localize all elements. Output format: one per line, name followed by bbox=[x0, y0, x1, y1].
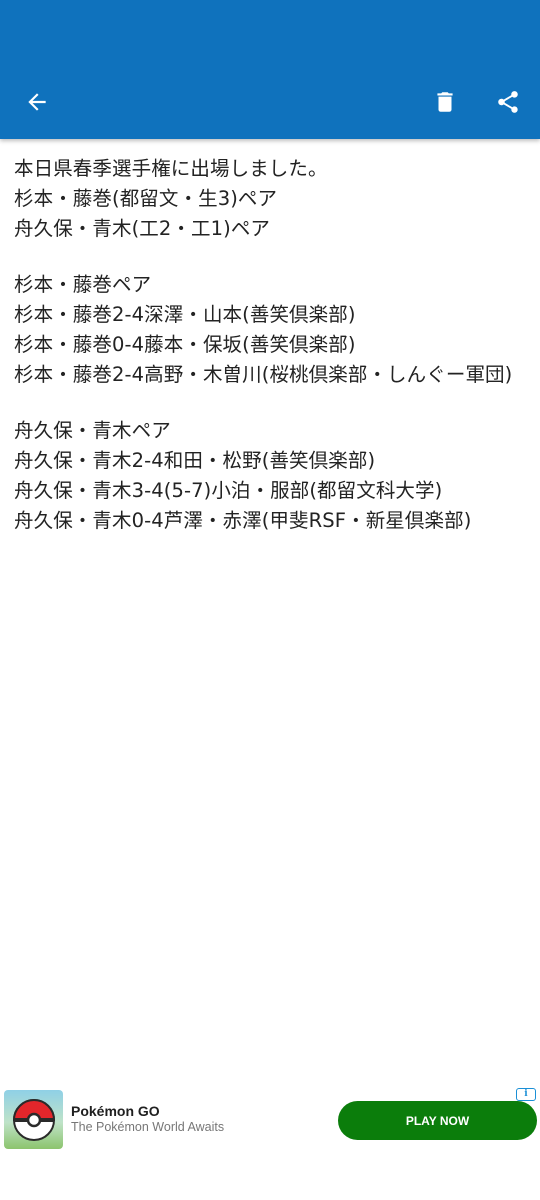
play-now-button[interactable]: PLAY NOW bbox=[338, 1101, 537, 1140]
ad-app-icon[interactable] bbox=[4, 1090, 63, 1149]
share-button[interactable] bbox=[484, 78, 532, 126]
post-line: 本日県春季選手権に出場しました。 bbox=[14, 157, 328, 180]
post-body: 本日県春季選手権に出場しました。 杉本・藤巻(都留文・生3)ペア 舟久保・青木(… bbox=[14, 154, 530, 562]
app-bar bbox=[0, 0, 540, 139]
share-icon bbox=[498, 91, 518, 113]
post-line: 舟久保・青木ペア bbox=[14, 419, 171, 442]
ad-subtitle: The Pokémon World Awaits bbox=[71, 1120, 225, 1134]
post-line: 杉本・藤巻2-4深澤・山本(善笑倶楽部) bbox=[14, 303, 356, 326]
pokeball-icon bbox=[12, 1098, 55, 1141]
post-line: 杉本・藤巻2-4高野・木曽川(桜桃倶楽部・しんぐー軍団) bbox=[14, 363, 513, 386]
post-line: 舟久保・青木3-4(5-7)小泊・服部(都留文科大学) bbox=[14, 479, 443, 502]
trash-icon bbox=[437, 92, 453, 112]
post-paragraph: 本日県春季選手権に出場しました。 杉本・藤巻(都留文・生3)ペア 舟久保・青木(… bbox=[14, 154, 530, 244]
post-paragraph: 杉本・藤巻ペア 杉本・藤巻2-4深澤・山本(善笑倶楽部) 杉本・藤巻0-4藤本・… bbox=[14, 270, 530, 390]
post-paragraph: 舟久保・青木ペア 舟久保・青木2-4和田・松野(善笑倶楽部) 舟久保・青木3-4… bbox=[14, 416, 530, 536]
ad-title[interactable]: Pokémon GO bbox=[71, 1103, 160, 1119]
post-line: 杉本・藤巻0-4藤本・保坂(善笑倶楽部) bbox=[14, 333, 356, 356]
ad-banner[interactable]: Pokémon GO The Pokémon World Awaits PLAY… bbox=[0, 1088, 540, 1200]
arrow-back-icon bbox=[28, 93, 46, 111]
post-line: 舟久保・青木0-4芦澤・赤澤(甲斐RSF・新星倶楽部) bbox=[14, 509, 472, 532]
back-button[interactable] bbox=[13, 78, 61, 126]
ad-info-button[interactable]: i bbox=[516, 1088, 536, 1101]
post-line: 舟久保・青木(工2・工1)ペア bbox=[14, 217, 271, 240]
delete-button[interactable] bbox=[421, 78, 469, 126]
post-line: 杉本・藤巻(都留文・生3)ペア bbox=[14, 187, 278, 210]
info-icon: i bbox=[524, 1089, 528, 1099]
post-line: 舟久保・青木2-4和田・松野(善笑倶楽部) bbox=[14, 449, 376, 472]
post-line: 杉本・藤巻ペア bbox=[14, 273, 152, 296]
